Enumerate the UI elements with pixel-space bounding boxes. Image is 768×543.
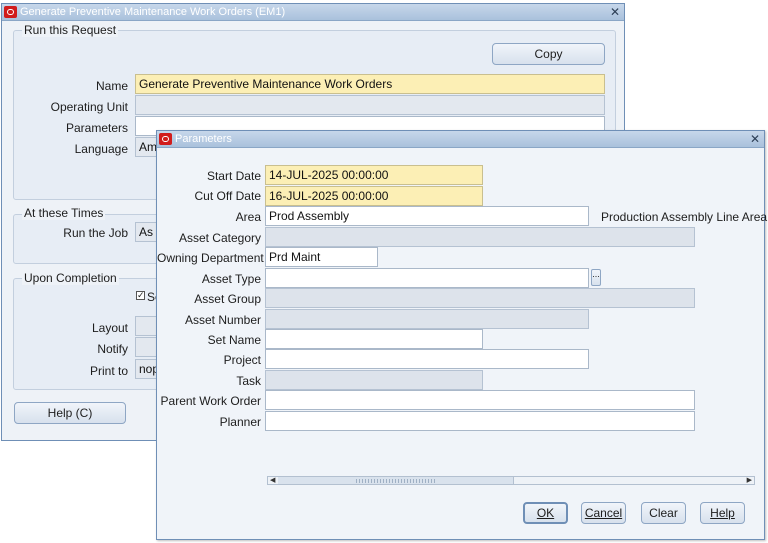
parameters-window-title: Parameters xyxy=(175,133,232,145)
planner-label: Planner xyxy=(219,415,261,429)
horizontal-scrollbar[interactable]: ◀ ▶ xyxy=(267,476,755,485)
asset-type-label: Asset Type xyxy=(201,272,261,286)
notify-label: Notify xyxy=(97,342,128,356)
oracle-o-icon xyxy=(4,6,17,18)
scroll-right-arrow-icon[interactable]: ▶ xyxy=(747,476,752,485)
parent-work-order-field[interactable] xyxy=(265,390,695,410)
run-job-label: Run the Job xyxy=(63,226,128,240)
oracle-o-icon xyxy=(159,133,172,145)
scrollbar-grip xyxy=(356,479,436,483)
ok-button[interactable]: OK xyxy=(523,502,568,524)
operating-unit-field[interactable] xyxy=(135,95,605,115)
asset-category-label: Asset Category xyxy=(178,231,261,245)
operating-unit-label: Operating Unit xyxy=(50,100,128,114)
asset-type-field[interactable] xyxy=(265,268,589,288)
parameters-window-titlebar[interactable]: Parameters ✕ xyxy=(157,131,764,148)
help-button[interactable]: Help xyxy=(700,502,745,524)
start-date-field[interactable]: 14-JUL-2025 00:00:00 xyxy=(265,165,483,185)
clear-button[interactable]: Clear xyxy=(641,502,686,524)
owning-department-label: Owning Department xyxy=(157,251,264,265)
asset-group-field[interactable] xyxy=(265,288,695,308)
start-date-label: Start Date xyxy=(206,169,261,183)
cut-off-date-label: Cut Off Date xyxy=(194,189,261,203)
task-label: Task xyxy=(236,374,261,388)
project-field[interactable] xyxy=(265,349,589,369)
owning-department-field[interactable]: Prd Maint xyxy=(265,247,378,267)
asset-type-lov-button[interactable]: ... xyxy=(591,269,601,286)
asset-group-label: Asset Group xyxy=(194,292,261,306)
completion-group-label: Upon Completion xyxy=(22,271,119,285)
close-icon[interactable]: ✕ xyxy=(750,132,760,146)
cut-off-date-field[interactable]: 16-JUL-2025 00:00:00 xyxy=(265,186,483,206)
parameters-window: Parameters ✕ Start Date 14-JUL-2025 00:0… xyxy=(156,130,768,540)
name-label: Name xyxy=(95,79,128,93)
cancel-button[interactable]: Cancel xyxy=(581,502,626,524)
area-description: Production Assembly Line Area xyxy=(601,210,768,224)
scroll-left-arrow-icon[interactable]: ◀ xyxy=(270,476,275,485)
copy-button[interactable]: Copy xyxy=(492,43,605,65)
area-label: Area xyxy=(235,210,261,224)
set-name-field[interactable] xyxy=(265,329,483,349)
schedule-group-label: At these Times xyxy=(22,206,106,220)
asset-number-field[interactable] xyxy=(265,309,589,329)
planner-field[interactable] xyxy=(265,411,695,431)
parent-work-order-label: Parent Work Order xyxy=(160,394,261,408)
layout-label: Layout xyxy=(91,321,128,335)
main-window-title: Generate Preventive Maintenance Work Ord… xyxy=(20,6,286,18)
help-button[interactable]: Help (C) xyxy=(14,402,126,424)
name-field[interactable]: Generate Preventive Maintenance Work Ord… xyxy=(135,74,605,94)
parameters-label: Parameters xyxy=(65,121,128,135)
asset-number-label: Asset Number xyxy=(184,313,261,327)
main-window-titlebar[interactable]: Generate Preventive Maintenance Work Ord… xyxy=(2,4,624,21)
project-label: Project xyxy=(223,353,261,367)
run-request-group-label: Run this Request xyxy=(22,23,119,37)
area-field[interactable]: Prod Assembly xyxy=(265,206,589,226)
save-output-checkbox[interactable]: ✓ xyxy=(136,291,145,300)
set-name-label: Set Name xyxy=(207,333,261,347)
print-to-label: Print to xyxy=(89,364,128,378)
close-icon[interactable]: ✕ xyxy=(610,5,620,19)
language-label: Language xyxy=(74,142,128,156)
asset-category-field[interactable] xyxy=(265,227,695,247)
task-field[interactable] xyxy=(265,370,483,390)
